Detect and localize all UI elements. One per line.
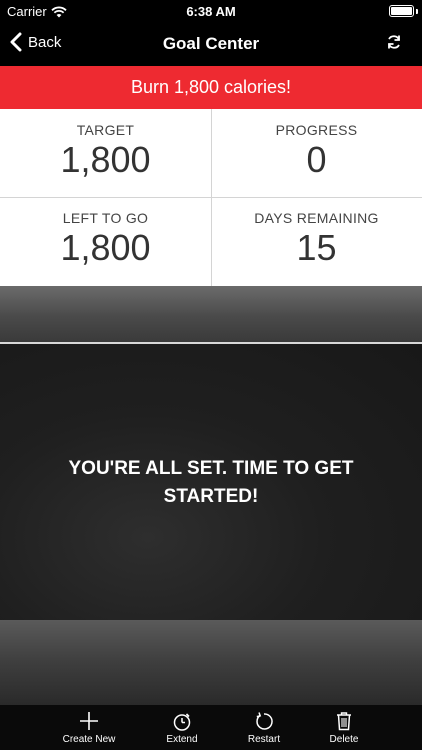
restart-label: Restart [247, 734, 281, 745]
stat-target-value: 1,800 [60, 139, 151, 180]
battery-nub [416, 9, 418, 14]
status-bar: Carrier 6:38 AM [0, 0, 422, 22]
stat-left-to-go-label: LEFT TO GO [62, 210, 149, 226]
trash-icon [337, 712, 351, 731]
stat-progress: PROGRESS 0 [211, 109, 422, 197]
create-new-button[interactable]: Create New [49, 710, 129, 745]
goal-stats-grid: TARGET 1,800 PROGRESS 0 LEFT TO GO 1,800… [0, 109, 422, 286]
restart-icon [256, 712, 273, 730]
battery-icon [389, 5, 414, 17]
stat-left-to-go-value: 1,800 [60, 227, 151, 268]
navigation-bar: Back Goal Center [0, 22, 422, 66]
goal-banner: Burn 1,800 calories! [0, 66, 422, 109]
motivation-message: YOU'RE ALL SET. TIME TO GET STARTED! [68, 458, 354, 507]
status-time: 6:38 AM [186, 4, 236, 19]
photo-strip-top [0, 286, 422, 342]
stat-days-remaining: DAYS REMAINING 15 [211, 197, 422, 285]
delete-label: Delete [329, 734, 359, 745]
extend-label: Extend [166, 734, 198, 745]
goal-banner-text: Burn 1,800 calories! [130, 77, 292, 97]
stopwatch-icon [173, 713, 191, 731]
extend-button[interactable]: Extend [142, 710, 222, 745]
refresh-button[interactable] [386, 34, 402, 55]
plus-icon [80, 712, 98, 730]
stat-progress-label: PROGRESS [275, 122, 358, 138]
delete-button[interactable]: Delete [304, 710, 384, 745]
stats-divider-horizontal [0, 197, 422, 198]
page-title: Goal Center [162, 34, 260, 53]
stat-days-remaining-value: 15 [296, 227, 337, 268]
refresh-icon [388, 35, 400, 49]
stat-target-label: TARGET [76, 122, 135, 138]
bottom-toolbar: Create New Extend Restart Delete [0, 705, 422, 750]
photo-strip-bottom [0, 620, 422, 705]
create-new-label: Create New [62, 734, 116, 745]
stat-target: TARGET 1,800 [0, 109, 211, 197]
stat-days-remaining-label: DAYS REMAINING [254, 210, 379, 226]
restart-button[interactable]: Restart [224, 710, 304, 745]
stat-left-to-go: LEFT TO GO 1,800 [0, 197, 211, 285]
stat-progress-value: 0 [306, 139, 327, 180]
